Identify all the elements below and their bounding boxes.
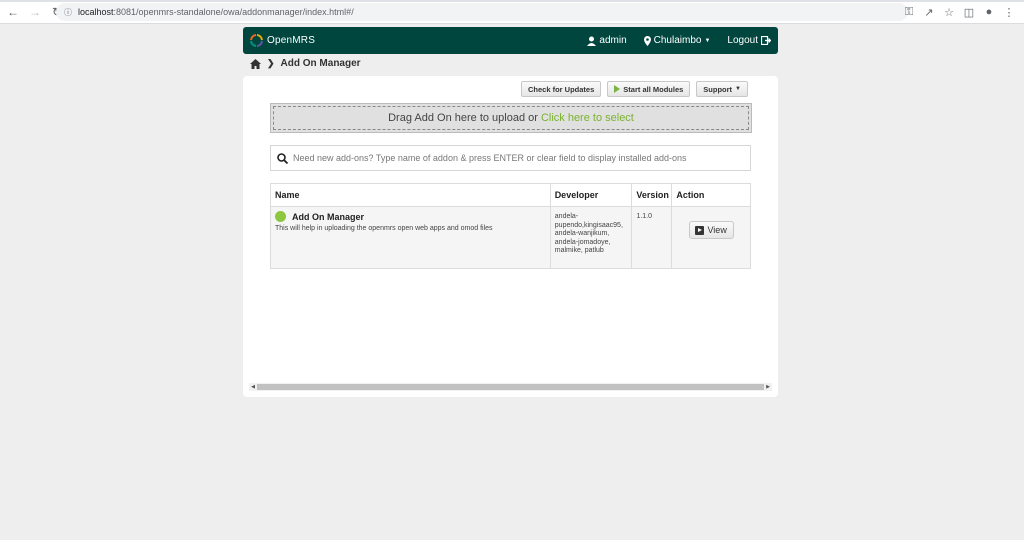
caret-down-icon: ▼ [735, 86, 741, 92]
menu-icon[interactable]: ⋮ [1000, 3, 1018, 21]
header-action: Action [676, 190, 705, 200]
upload-dropzone[interactable]: Drag Add On here to upload or Click here… [270, 103, 752, 133]
header-name: Name [271, 184, 551, 206]
url-host: localhost [78, 7, 114, 17]
logo-text: OpenMRS [267, 35, 316, 46]
status-indicator [275, 211, 286, 222]
view-label: View [707, 225, 727, 235]
star-icon[interactable]: ☆ [940, 3, 958, 21]
scroll-right-icon[interactable]: ▶ [764, 384, 772, 390]
developer-line: malmike, patlub [554, 247, 604, 254]
developer-line: andela-wanjikum, [554, 230, 610, 237]
addon-action-cell: View [672, 207, 750, 268]
breadcrumb: ❯ Add On Manager [250, 58, 361, 69]
addons-table: Name Developer Version Action Add On Man… [270, 183, 751, 269]
check-updates-label: Check for Updates [528, 84, 595, 94]
header-developer: Developer [551, 184, 633, 206]
back-icon[interactable]: ← [4, 3, 22, 21]
dropzone-text: Drag Add On here to upload or [388, 112, 538, 124]
logout-icon [761, 36, 771, 45]
check-updates-button[interactable]: Check for Updates [521, 81, 602, 97]
horizontal-scrollbar[interactable]: ◀ ▶ [249, 383, 772, 391]
view-button[interactable]: View [688, 221, 734, 239]
share-icon[interactable]: ↗ [920, 3, 938, 21]
play-icon [614, 85, 621, 93]
sidepanel-icon[interactable]: ◫ [960, 3, 978, 21]
tab-strip [0, 0, 1024, 2]
location-pin-icon [643, 35, 651, 46]
browser-toolbar: ← → ↻ ⓘ localhost:8081/openmrs-standalon… [0, 0, 1024, 24]
info-icon: ⓘ [64, 7, 72, 17]
chevron-right-icon: ❯ [267, 58, 275, 68]
profile-icon[interactable]: ● [980, 3, 998, 21]
developer-line: andela-jomadoye, [554, 238, 611, 246]
developer-line: andela- [554, 213, 579, 220]
addon-search-input[interactable]: Need new add-ons? Type name of addon & p… [270, 145, 751, 171]
start-all-modules-button[interactable]: Start all Modules [607, 81, 691, 97]
app-header: OpenMRS admin Chulaimbo ▼ Logout [243, 27, 778, 54]
location-menu[interactable]: Chulaimbo ▼ [643, 35, 711, 46]
addon-developer-cell: andela- pupendo,kingisaac95, andela-wanj… [551, 207, 633, 268]
forward-icon[interactable]: → [26, 3, 44, 21]
breadcrumb-current: Add On Manager [280, 58, 361, 69]
scroll-thumb[interactable] [257, 384, 764, 390]
search-icon [277, 152, 288, 164]
location-name: Chulaimbo [653, 35, 702, 46]
addon-name-cell: Add On Manager This will help in uploadi… [271, 207, 551, 268]
table-header-row: Name Developer Version Action [271, 184, 750, 206]
user-icon [587, 36, 597, 46]
user-name: admin [599, 35, 627, 46]
table-row: Add On Manager This will help in uploadi… [271, 206, 750, 268]
home-icon[interactable] [250, 58, 261, 69]
support-label: Support [703, 84, 733, 94]
addon-version: 1.1.0 [632, 207, 673, 268]
address-bar[interactable]: ⓘ localhost:8081/openmrs-standalone/owa/… [56, 3, 908, 21]
logout-label: Logout [727, 35, 758, 46]
search-placeholder: Need new add-ons? Type name of addon & p… [293, 153, 687, 163]
header-version: Version [632, 184, 673, 206]
url-path: :8081/openmrs-standalone/owa/addonmanage… [113, 7, 354, 17]
openmrs-logo-icon [250, 34, 263, 47]
main-panel: Check for Updates Start all Modules Supp… [243, 76, 778, 397]
chevron-down-icon: ▼ [704, 37, 711, 44]
developer-line: pupendo,kingisaac95, [554, 221, 623, 229]
toolbar: Check for Updates Start all Modules Supp… [521, 81, 748, 97]
key-icon[interactable]: ⚿ [900, 3, 918, 21]
scroll-left-icon[interactable]: ◀ [249, 384, 257, 390]
start-all-label: Start all Modules [623, 84, 684, 94]
openmrs-logo[interactable]: OpenMRS [250, 34, 315, 47]
addon-description: This will help in uploading the openmrs … [275, 225, 493, 232]
addon-name: Add On Manager [292, 211, 365, 222]
logout-button[interactable]: Logout [727, 35, 774, 46]
view-icon [695, 225, 705, 235]
select-file-link[interactable]: Click here to select [541, 112, 634, 124]
support-button[interactable]: Support ▼ [696, 81, 748, 97]
user-menu[interactable]: admin [587, 35, 627, 46]
